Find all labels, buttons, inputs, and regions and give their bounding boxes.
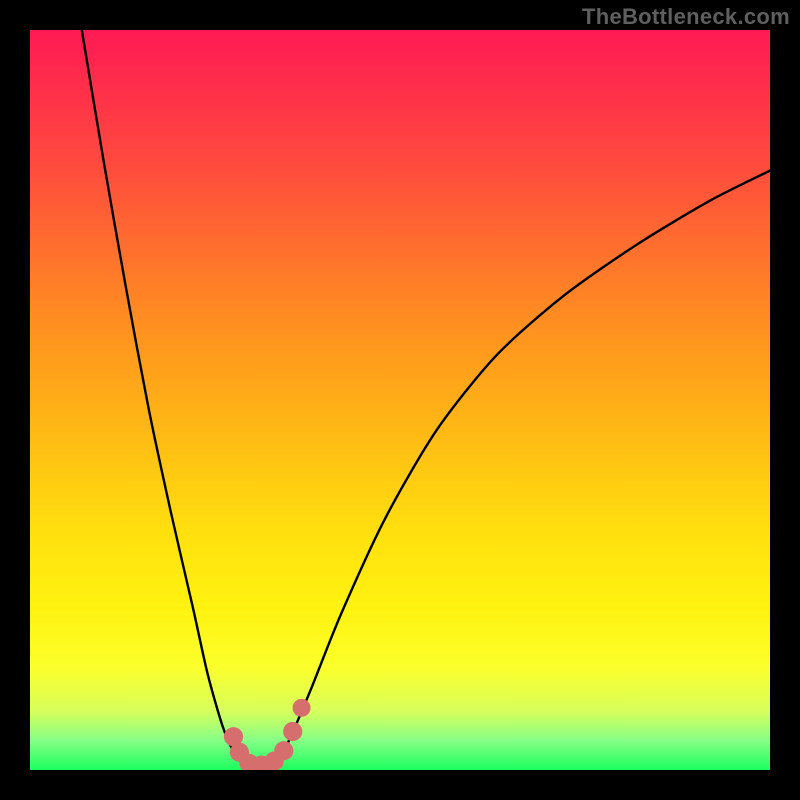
bottleneck-curve-path (82, 30, 770, 770)
watermark-label: TheBottleneck.com (582, 4, 790, 30)
bottleneck-curve (30, 30, 770, 770)
chart-frame: TheBottleneck.com (0, 0, 800, 800)
valley-marker (274, 741, 293, 760)
valley-marker (293, 699, 311, 717)
plot-area (30, 30, 770, 770)
valley-marker (283, 722, 302, 741)
